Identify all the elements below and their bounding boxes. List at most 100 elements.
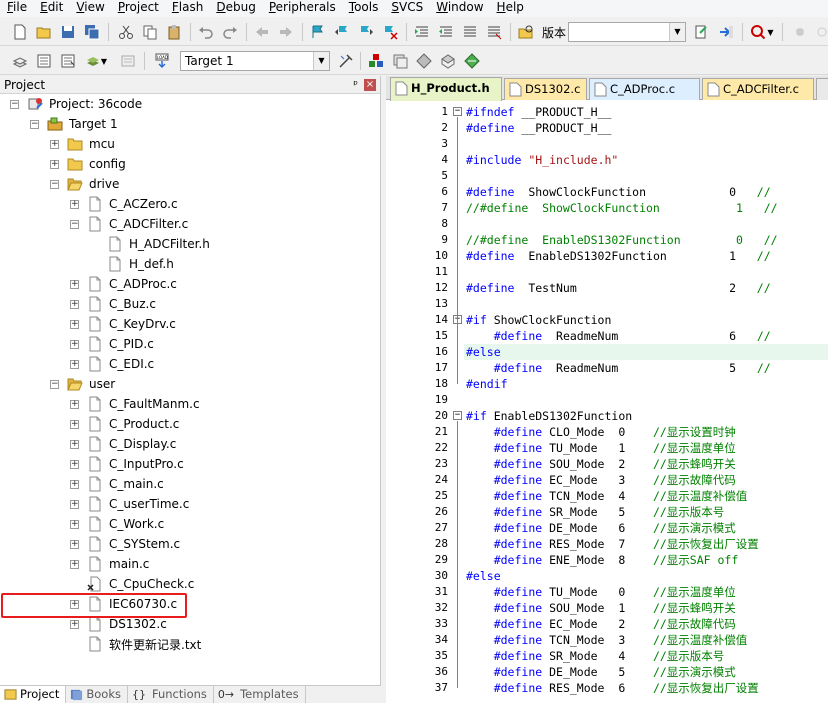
manage-components-icon[interactable]	[366, 51, 386, 71]
menu-help[interactable]: Help	[490, 0, 530, 17]
expand-icon[interactable]: +	[70, 459, 79, 469]
pin-icon[interactable]: ᵖ	[353, 76, 358, 94]
cut-icon[interactable]	[116, 22, 136, 42]
tree-item[interactable]: + C_Work.c	[70, 514, 164, 534]
fold-toggle-icon[interactable]: −	[453, 107, 462, 116]
collapse-icon[interactable]: −	[50, 179, 59, 189]
tree-item[interactable]: + C_PID.c	[70, 334, 154, 354]
batch-build-icon[interactable]: ▼	[82, 51, 110, 71]
save-all-button[interactable]	[82, 22, 102, 42]
menu-window[interactable]: Window	[429, 0, 489, 17]
menu-debug[interactable]: Debug	[209, 0, 261, 17]
nav-back-icon[interactable]	[252, 22, 272, 42]
redo-icon[interactable]	[220, 22, 240, 42]
collapse-icon[interactable]: −	[10, 99, 19, 109]
editor-tab-ds1302-c[interactable]: DS1302.c	[504, 78, 587, 100]
menu-file[interactable]: File	[0, 0, 33, 17]
tab-books[interactable]: Books	[66, 686, 128, 703]
copy-icon[interactable]	[140, 22, 160, 42]
translate-icon[interactable]	[10, 51, 30, 71]
expand-icon[interactable]: +	[70, 439, 79, 449]
incremental-find-icon[interactable]	[716, 22, 736, 42]
more-tabs-tab[interactable]	[816, 78, 828, 100]
undo-icon[interactable]	[196, 22, 216, 42]
expand-icon[interactable]: +	[70, 559, 79, 569]
paste-icon[interactable]	[164, 22, 184, 42]
tree-item[interactable]: + config	[50, 154, 126, 174]
tree-item[interactable]: + C_SYStem.c	[70, 534, 180, 554]
tree-item[interactable]: + C_userTime.c	[70, 494, 189, 514]
rebuild-icon[interactable]	[58, 51, 78, 71]
expand-icon[interactable]: +	[70, 619, 79, 629]
stop-build-icon[interactable]	[118, 51, 138, 71]
editor-tab-h-product-h[interactable]: H_Product.h	[390, 77, 502, 101]
expand-icon[interactable]: +	[50, 139, 59, 149]
save-button[interactable]	[58, 22, 78, 42]
open-folder-button[interactable]	[34, 22, 54, 42]
tree-item[interactable]: H_ADCFilter.h	[107, 234, 210, 254]
close-icon[interactable]: ×	[364, 79, 376, 91]
expand-icon[interactable]: +	[70, 279, 79, 289]
expand-icon[interactable]: +	[70, 339, 79, 349]
menu-svcs[interactable]: SVCS	[384, 0, 429, 17]
expand-icon[interactable]: +	[70, 399, 79, 409]
tree-item[interactable]: + C_Display.c	[70, 434, 176, 454]
tree-item[interactable]: + C_EDI.c	[70, 354, 154, 374]
select-packs-icon[interactable]	[462, 51, 482, 71]
tree-item[interactable]: − C_ADCFilter.c	[70, 214, 188, 234]
menu-project[interactable]: Project	[111, 0, 165, 17]
breakpoint-icon[interactable]	[790, 22, 810, 42]
tree-item[interactable]: + C_InputPro.c	[70, 454, 184, 474]
next-bookmark-icon[interactable]	[356, 22, 376, 42]
menu-edit[interactable]: Edit	[33, 0, 69, 17]
build-icon[interactable]	[34, 51, 54, 71]
find-combo[interactable]: ▼	[568, 22, 686, 42]
replace-icon[interactable]	[692, 22, 712, 42]
expand-icon[interactable]: +	[70, 199, 79, 209]
debug-session-icon[interactable]: ▼	[748, 22, 776, 42]
nav-forward-icon[interactable]	[276, 22, 296, 42]
expand-icon[interactable]: +	[70, 299, 79, 309]
expand-icon[interactable]: +	[50, 159, 59, 169]
code-view[interactable]: #ifndef __PRODUCT_H__ #define __PRODUCT_H…	[464, 101, 828, 703]
clear-bookmarks-icon[interactable]	[380, 22, 400, 42]
uncomment-icon[interactable]	[484, 22, 504, 42]
expand-icon[interactable]: +	[70, 519, 79, 529]
fold-toggle-icon[interactable]: −	[453, 411, 462, 420]
download-icon[interactable]: LOAD	[152, 51, 172, 71]
tree-item[interactable]: 软件更新记录.txt	[87, 634, 201, 654]
tree-item[interactable]: + C_ADProc.c	[70, 274, 177, 294]
tree-item[interactable]: + main.c	[70, 554, 149, 574]
expand-icon[interactable]: +	[70, 539, 79, 549]
tree-item[interactable]: + mcu	[50, 134, 115, 154]
tab-project[interactable]: Project	[0, 686, 67, 703]
project-items-icon[interactable]	[390, 51, 410, 71]
editor-tab-c-adcfilter-c[interactable]: C_ADCFilter.c	[702, 78, 814, 100]
pack-installer-icon[interactable]	[438, 51, 458, 71]
bookmark-icon[interactable]	[308, 22, 328, 42]
menu-view[interactable]: View	[69, 0, 110, 17]
tree-item[interactable]: − user	[50, 374, 115, 394]
tree-item[interactable]: + C_FaultManm.c	[70, 394, 200, 414]
tree-item[interactable]: + C_ACZero.c	[70, 194, 178, 214]
editor-tab-c-adproc-c[interactable]: C_ADProc.c	[589, 78, 700, 100]
target-options-icon[interactable]	[336, 51, 356, 71]
chevron-down-icon[interactable]: ▼	[669, 23, 685, 41]
comment-icon[interactable]	[460, 22, 480, 42]
tab-templates[interactable]: 0→ Templates	[214, 686, 306, 703]
prev-bookmark-icon[interactable]	[332, 22, 352, 42]
tree-item[interactable]: C_CpuCheck.c	[87, 574, 194, 594]
menu-flash[interactable]: Flash	[165, 0, 209, 17]
target-select[interactable]: Target 1 ▼	[180, 51, 330, 71]
collapse-icon[interactable]: −	[70, 219, 79, 229]
find-in-files-icon[interactable]	[516, 22, 536, 42]
tree-item[interactable]: H_def.h	[107, 254, 174, 274]
tree-item[interactable]: − Target 1	[30, 114, 118, 134]
tab-functions[interactable]: {} Functions	[128, 686, 214, 703]
expand-icon[interactable]: +	[70, 419, 79, 429]
expand-icon[interactable]: +	[70, 479, 79, 489]
tree-item[interactable]: − Project: 36code	[10, 94, 142, 114]
menu-tools[interactable]: Tools	[342, 0, 385, 17]
chevron-down-icon[interactable]: ▼	[313, 52, 329, 70]
collapse-icon[interactable]: −	[30, 119, 39, 129]
